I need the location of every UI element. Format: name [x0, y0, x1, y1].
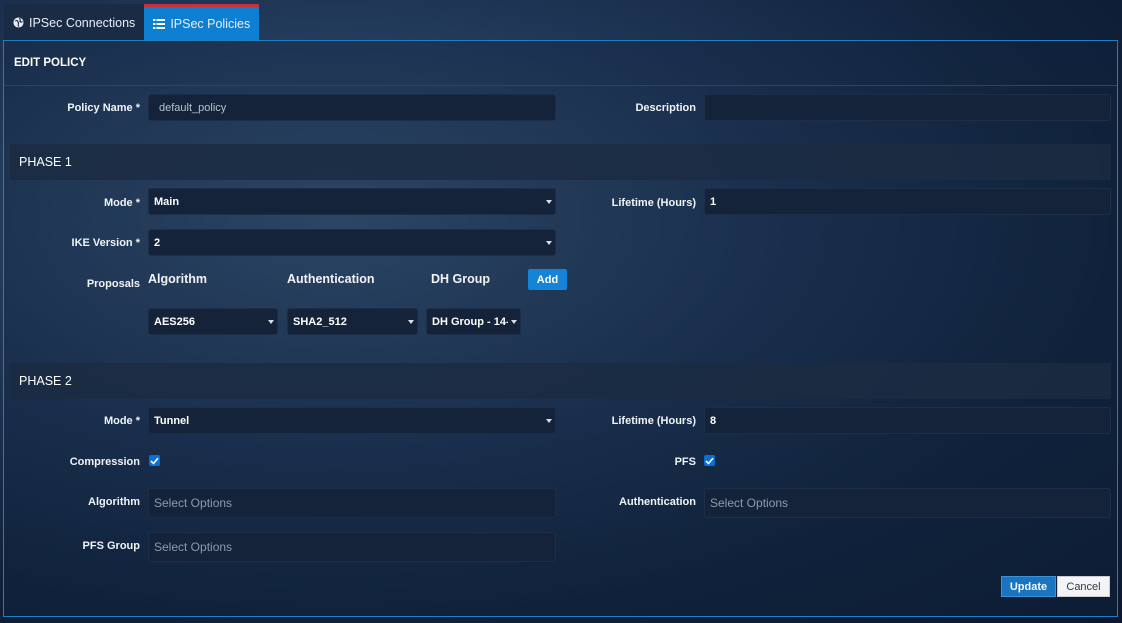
compression-label: Compression — [69, 456, 140, 468]
proposal-algorithm-value: AES256 — [154, 315, 195, 328]
tab-bar: IPSec Connections IPSec Policies — [0, 4, 260, 41]
pfs-label: PFS — [674, 456, 696, 468]
compression-checkbox[interactable] — [149, 455, 160, 466]
pfs-checkbox[interactable] — [704, 455, 715, 466]
chevron-down-icon — [268, 320, 274, 324]
phase2-authentication-label: Authentication — [619, 496, 696, 508]
update-button[interactable]: Update — [1001, 576, 1056, 597]
check-icon — [705, 457, 714, 465]
chevron-down-icon — [408, 320, 414, 324]
phase1-mode-select[interactable]: Main — [148, 188, 556, 215]
phase-1-header: PHASE 1 — [10, 144, 1111, 180]
phase2-lifetime-label: Lifetime (Hours) — [611, 415, 696, 427]
proposal-algorithm-select[interactable]: AES256 — [148, 308, 278, 335]
proposal-algorithm-header: Algorithm — [148, 272, 208, 286]
phase2-algorithm-select[interactable]: Select Options — [148, 488, 556, 518]
edit-policy-panel: EDIT POLICY Policy Name * default_policy… — [3, 40, 1118, 617]
check-icon — [150, 457, 159, 465]
description-input[interactable] — [704, 94, 1111, 121]
cancel-button[interactable]: Cancel — [1057, 576, 1110, 597]
add-proposal-button[interactable]: Add — [528, 269, 567, 290]
phase2-authentication-select[interactable]: Select Options — [704, 488, 1111, 518]
ike-version-label: IKE Version * — [71, 237, 140, 249]
proposal-authentication-select[interactable]: SHA2_512 — [287, 308, 418, 335]
phase1-mode-value: Main — [154, 195, 180, 208]
panel-title: EDIT POLICY — [4, 41, 1117, 86]
description-label: Description — [635, 102, 696, 114]
phase2-mode-value: Tunnel — [154, 414, 190, 427]
proposal-dh-group-header: DH Group — [431, 272, 491, 286]
list-icon — [153, 19, 166, 29]
chevron-down-icon — [546, 241, 552, 245]
ike-version-value: 2 — [154, 236, 161, 249]
phase2-lifetime-input[interactable]: 8 — [704, 407, 1111, 434]
phase2-algorithm-label: Algorithm — [88, 496, 140, 508]
globe-icon — [13, 17, 24, 28]
phase1-lifetime-label: Lifetime (Hours) — [611, 197, 696, 209]
phase1-mode-label: Mode * — [103, 197, 140, 209]
chevron-down-icon — [511, 320, 517, 324]
tab-ipsec-connections-label: IPSec Connections — [29, 15, 136, 30]
proposal-authentication-value: SHA2_512 — [293, 315, 347, 328]
policy-name-label: Policy Name * — [67, 102, 140, 114]
phase2-mode-select[interactable]: Tunnel — [148, 407, 556, 434]
phase-2-header: PHASE 2 — [10, 363, 1111, 399]
policy-name-input[interactable]: default_policy — [148, 94, 556, 121]
tab-ipsec-connections[interactable]: IPSec Connections — [4, 4, 145, 41]
tab-ipsec-policies-label: IPSec Policies — [170, 17, 251, 31]
proposals-label: Proposals — [86, 278, 140, 290]
proposal-dh-group-value: DH Group - 14-M — [432, 315, 508, 328]
chevron-down-icon — [546, 419, 552, 423]
pfs-group-label: PFS Group — [82, 540, 140, 552]
proposal-dh-group-select[interactable]: DH Group - 14-M — [426, 308, 521, 335]
phase2-mode-label: Mode * — [103, 415, 140, 427]
pfs-group-select[interactable]: Select Options — [148, 532, 556, 562]
tab-ipsec-policies[interactable]: IPSec Policies — [144, 4, 260, 41]
proposal-authentication-header: Authentication — [287, 272, 375, 286]
chevron-down-icon — [546, 200, 552, 204]
phase1-lifetime-input[interactable]: 1 — [704, 188, 1111, 215]
ike-version-select[interactable]: 2 — [148, 229, 556, 256]
